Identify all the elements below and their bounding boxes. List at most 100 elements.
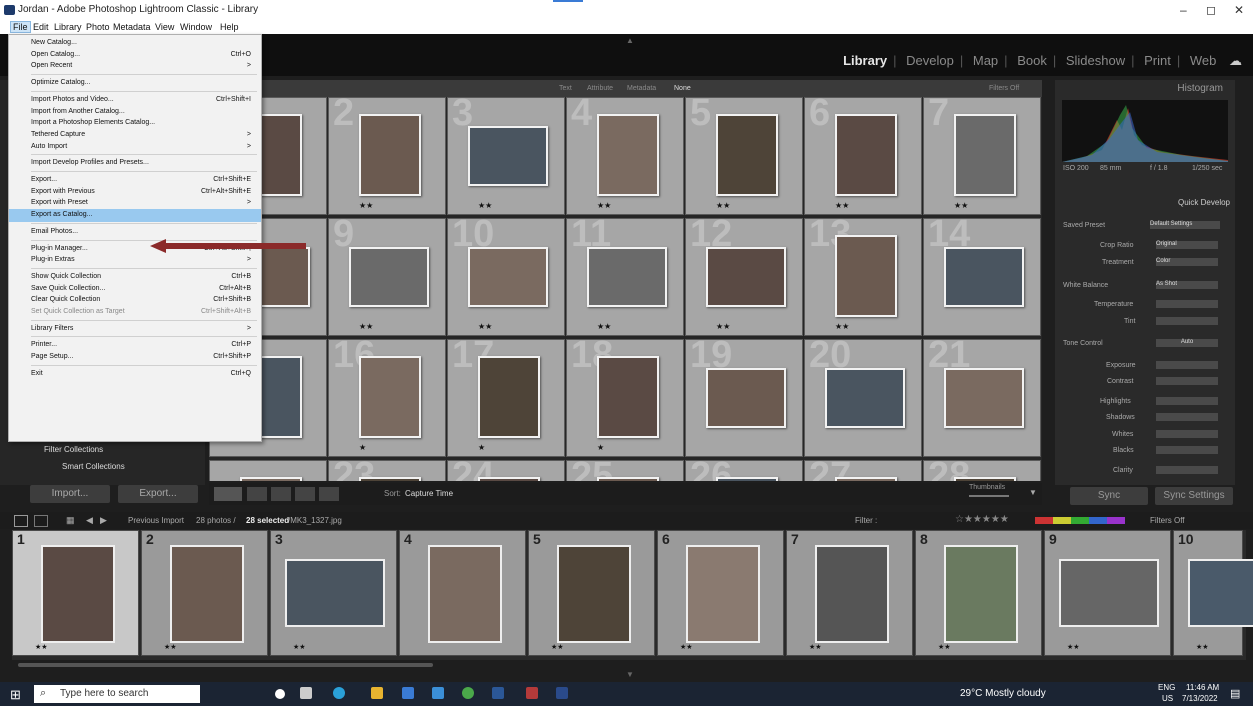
- photo-thumbnail[interactable]: [835, 114, 897, 196]
- word-icon[interactable]: [492, 687, 504, 699]
- photo-thumbnail[interactable]: [597, 356, 659, 438]
- export-button[interactable]: Export...: [118, 485, 198, 503]
- filmstrip-cell[interactable]: 10 ★★: [1173, 530, 1253, 656]
- module-web[interactable]: Web: [1190, 53, 1217, 68]
- people-view-icon[interactable]: [319, 487, 339, 501]
- weather-status[interactable]: 29°C Mostly cloudy: [960, 688, 1046, 699]
- lightroom-taskbar-icon[interactable]: [556, 687, 568, 699]
- filter-none[interactable]: None: [674, 85, 691, 92]
- grid-cell[interactable]: 14: [923, 213, 1041, 336]
- grid-toggle-icon[interactable]: ▦: [66, 515, 75, 526]
- grid-cell[interactable]: 20: [804, 334, 922, 457]
- filmstrip-thumbnail[interactable]: [41, 545, 115, 643]
- module-library[interactable]: Library: [843, 53, 887, 68]
- menu-item-plug-in-extras[interactable]: Plug-in Extras >: [9, 254, 261, 267]
- filmstrip-thumbnail[interactable]: [557, 545, 631, 643]
- filter-collections[interactable]: Filter Collections: [44, 445, 103, 454]
- filmstrip-thumbnail[interactable]: [285, 559, 385, 627]
- filmstrip-cell[interactable]: 7 ★★: [786, 530, 913, 656]
- menu-item-exit[interactable]: Exit Ctrl+Q: [9, 368, 261, 381]
- grid-cell[interactable]: 24: [447, 455, 565, 481]
- grid-cell[interactable]: 2 ★★: [328, 97, 446, 215]
- photo-thumbnail[interactable]: [478, 356, 540, 438]
- whites-buttons[interactable]: [1156, 430, 1218, 438]
- app-icon[interactable]: [526, 687, 538, 699]
- menu-item-export-as-catalog[interactable]: Export as Catalog...: [9, 209, 261, 223]
- photo-thumbnail[interactable]: [825, 368, 905, 428]
- cloud-icon[interactable]: ☁: [1229, 53, 1242, 68]
- survey-view-icon[interactable]: [295, 487, 315, 501]
- photo-thumbnail[interactable]: [954, 114, 1016, 196]
- photo-thumbnail[interactable]: [706, 368, 786, 428]
- grid-cell[interactable]: 21: [923, 334, 1041, 457]
- filmstrip-thumbnail[interactable]: [944, 545, 1018, 643]
- grid-cell[interactable]: 11 ★★: [566, 213, 684, 336]
- filmstrip-thumbnail[interactable]: [1188, 559, 1253, 627]
- sync-button[interactable]: Sync: [1070, 487, 1148, 505]
- menu-item-library-filters[interactable]: Library Filters >: [9, 323, 261, 336]
- tint-buttons[interactable]: [1156, 317, 1218, 325]
- filmstrip-cell[interactable]: 2 ★★: [141, 530, 268, 656]
- filmstrip-scrollbar[interactable]: [18, 663, 433, 667]
- filmstrip-thumbnail[interactable]: [815, 545, 889, 643]
- sort-select[interactable]: Capture Time: [405, 489, 453, 498]
- loupe-view-icon[interactable]: [247, 487, 267, 501]
- grid-cell[interactable]: 9 ★★: [328, 213, 446, 336]
- grid-cell[interactable]: 23: [328, 455, 446, 481]
- chrome-icon[interactable]: [462, 687, 474, 699]
- photo-thumbnail[interactable]: [468, 247, 548, 307]
- rating-filter[interactable]: ☆★★★★★: [955, 514, 1009, 525]
- back-arrow-icon[interactable]: ◀: [86, 515, 93, 526]
- menu-item-email-photos[interactable]: Email Photos...: [9, 226, 261, 239]
- menu-file[interactable]: File: [10, 21, 31, 33]
- store-icon[interactable]: [402, 687, 414, 699]
- photo-thumbnail[interactable]: [359, 356, 421, 438]
- menu-view[interactable]: View: [155, 22, 174, 32]
- auto-tone-button[interactable]: Auto: [1156, 339, 1218, 347]
- photo-thumbnail[interactable]: [944, 247, 1024, 307]
- grid-cell[interactable]: 13 ★★: [804, 213, 922, 336]
- minimize-button[interactable]: –: [1180, 3, 1187, 17]
- filmstrip-cell[interactable]: 3 ★★: [270, 530, 397, 656]
- menu-item-auto-import[interactable]: Auto Import >: [9, 141, 261, 154]
- photo-thumbnail[interactable]: [359, 477, 421, 481]
- module-map[interactable]: Map: [973, 53, 998, 68]
- region-indicator[interactable]: US: [1162, 694, 1173, 703]
- histogram-header[interactable]: Histogram: [1177, 83, 1223, 94]
- menu-library[interactable]: Library: [54, 22, 82, 32]
- photo-thumbnail[interactable]: [597, 114, 659, 196]
- menu-window[interactable]: Window: [180, 22, 212, 32]
- collapse-top-icon[interactable]: ▲: [626, 36, 634, 45]
- menu-metadata[interactable]: Metadata: [113, 22, 151, 32]
- white-balance-select[interactable]: As Shot: [1156, 281, 1218, 289]
- grid-cell[interactable]: 25: [566, 455, 684, 481]
- close-button[interactable]: ✕: [1234, 3, 1244, 17]
- filter-text[interactable]: Text: [559, 85, 572, 92]
- photo-thumbnail[interactable]: [359, 114, 421, 196]
- contrast-buttons[interactable]: [1156, 377, 1218, 385]
- filmstrip-thumbnail[interactable]: [170, 545, 244, 643]
- thumbnail-size-slider[interactable]: [969, 495, 1009, 497]
- clarity-buttons[interactable]: [1156, 466, 1218, 474]
- menu-edit[interactable]: Edit: [33, 22, 49, 32]
- forward-arrow-icon[interactable]: ▶: [100, 515, 107, 526]
- grid-cell[interactable]: 18 ★: [566, 334, 684, 457]
- crop-ratio-select[interactable]: Original: [1156, 241, 1218, 249]
- compare-view-icon[interactable]: [271, 487, 291, 501]
- module-print[interactable]: Print: [1144, 53, 1171, 68]
- secondary-window-icon[interactable]: [34, 515, 48, 527]
- grid-cell[interactable]: 7 ★★: [923, 97, 1041, 215]
- grid-view-icon[interactable]: [214, 487, 242, 501]
- import-button[interactable]: Import...: [30, 485, 110, 503]
- toolbar-menu-icon[interactable]: ▼: [1029, 488, 1037, 497]
- quick-develop-header[interactable]: Quick Develop: [1058, 198, 1230, 213]
- edge-icon[interactable]: [333, 687, 345, 699]
- photo-thumbnail[interactable]: [468, 126, 548, 186]
- highlights-buttons[interactable]: [1156, 397, 1218, 405]
- grid-cell[interactable]: 3 ★★: [447, 97, 565, 215]
- taskbar-search-input[interactable]: ⌕ Type here to search: [34, 685, 200, 703]
- photo-thumbnail[interactable]: [349, 247, 429, 307]
- cortana-icon[interactable]: [275, 689, 285, 699]
- photo-thumbnail[interactable]: [954, 477, 1016, 481]
- windows-start-icon[interactable]: ⊞: [10, 687, 21, 703]
